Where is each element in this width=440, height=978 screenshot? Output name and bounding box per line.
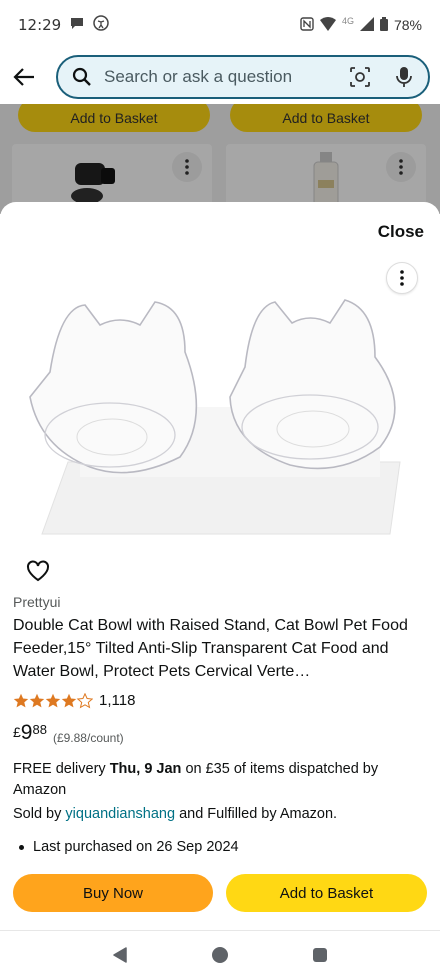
- product-image[interactable]: [20, 297, 420, 542]
- kebab-icon: [400, 270, 404, 286]
- price-currency: £: [13, 724, 21, 740]
- back-arrow-icon: [13, 68, 34, 86]
- unit-price: (£9.88/count): [52, 731, 124, 745]
- seller-link[interactable]: yiquandianshang: [65, 806, 175, 822]
- nav-home-icon: [212, 946, 228, 963]
- rating-count: 1,118: [99, 692, 136, 709]
- network-type: 4G: [341, 16, 354, 26]
- close-button[interactable]: Close: [378, 222, 424, 242]
- stars-icon: [13, 692, 93, 708]
- search-placeholder: Search or ask a question: [104, 67, 293, 86]
- price-fraction: 88: [32, 722, 47, 737]
- status-bar: 12:29 4G 78%: [0, 0, 440, 50]
- add-to-basket-button[interactable]: Add to Basket: [226, 874, 427, 912]
- search-icon: [70, 65, 94, 89]
- rating-row[interactable]: 1,118: [13, 692, 135, 709]
- delivery-prefix: FREE delivery: [13, 761, 110, 777]
- microphone-icon[interactable]: [392, 65, 416, 89]
- battery-icon: [379, 16, 388, 34]
- delivery-info: FREE delivery Thu, 9 Jan on £35 of items…: [13, 759, 427, 801]
- brand-name: Prettyui: [13, 594, 61, 610]
- battery-percent: 78%: [393, 17, 422, 33]
- product-title[interactable]: Double Cat Bowl with Raised Stand, Cat B…: [13, 614, 427, 683]
- signal-icon: [359, 16, 374, 34]
- search-input[interactable]: Search or ask a question: [56, 55, 430, 99]
- more-options-button[interactable]: [386, 262, 418, 294]
- delivery-date: Thu, 9 Jan: [109, 761, 182, 777]
- modal-scrim[interactable]: [0, 104, 440, 214]
- sold-by: Sold by yiquandianshang and Fulfilled by…: [13, 806, 337, 822]
- bullet-icon: [19, 844, 24, 850]
- chat-bubble-icon: [69, 15, 85, 36]
- wishlist-heart-button[interactable]: [26, 560, 50, 582]
- nav-back-button[interactable]: [106, 941, 134, 969]
- system-nav-bar: [0, 930, 440, 978]
- last-purchased-text: Last purchased on 26 Sep 2024: [33, 839, 239, 855]
- search-header: Search or ask a question: [0, 50, 440, 104]
- nav-back-icon: [113, 946, 127, 963]
- back-button[interactable]: [10, 63, 38, 91]
- nav-recents-button[interactable]: [306, 941, 334, 969]
- nav-home-button[interactable]: [206, 941, 234, 969]
- nfc-icon: [300, 16, 314, 34]
- accessibility-icon: [93, 14, 109, 36]
- status-time: 12:29: [18, 16, 62, 34]
- sold-by-suffix: and Fulfilled by Amazon.: [175, 806, 338, 822]
- price: £ 9 88 (£9.88/count): [13, 720, 124, 746]
- heart-icon: [27, 560, 49, 582]
- star-rating: [13, 692, 93, 709]
- wifi-icon: [319, 16, 336, 34]
- nav-recents-icon: [313, 947, 327, 962]
- buy-now-button[interactable]: Buy Now: [13, 874, 213, 912]
- camera-scan-icon[interactable]: [348, 65, 372, 89]
- product-preview-sheet: Close Prettyui Double Cat Bowl with Rais…: [0, 202, 440, 930]
- last-purchased: Last purchased on 26 Sep 2024: [19, 839, 239, 855]
- sold-by-prefix: Sold by: [13, 806, 66, 822]
- price-whole: 9: [20, 721, 33, 744]
